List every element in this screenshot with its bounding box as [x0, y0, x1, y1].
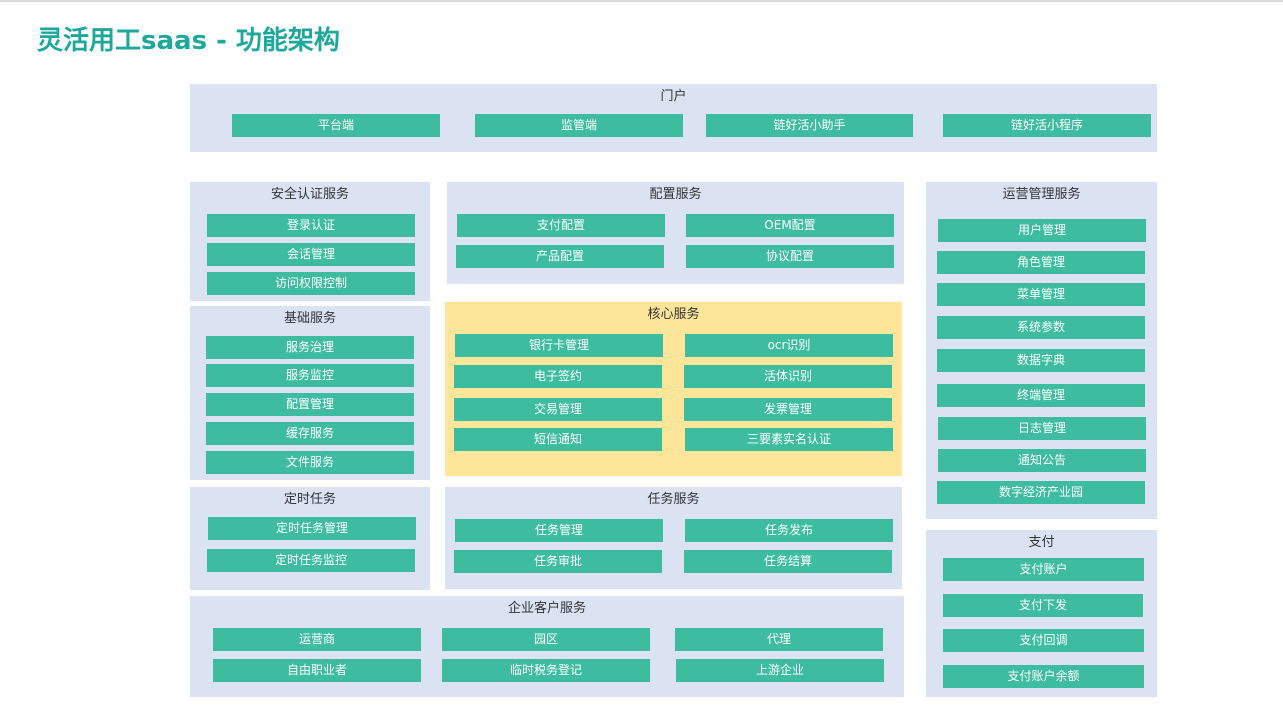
security-module-session[interactable]: 会话管理 — [207, 243, 415, 266]
config-title: 配置服务 — [649, 187, 702, 202]
ops-module-notice[interactable]: 通知公告 — [938, 449, 1146, 472]
timer-title: 定时任务 — [283, 492, 336, 507]
pay-module-callback[interactable]: 支付回调 — [943, 629, 1144, 652]
ops-module-terminal[interactable]: 终端管理 — [937, 384, 1145, 407]
pay-panel: 支付 支付账户 支付下发 支付回调 支付账户余额 — [926, 530, 1157, 697]
enterprise-title: 企业客户服务 — [507, 601, 586, 616]
config-module-oem[interactable]: OEM配置 — [686, 214, 894, 237]
top-border-line — [0, 0, 1283, 2]
enterprise-module-upstream[interactable]: 上游企业 — [676, 659, 884, 682]
config-panel: 配置服务 支付配置 OEM配置 产品配置 协议配置 — [447, 182, 904, 284]
base-panel: 基础服务 服务治理 服务监控 配置管理 缓存服务 文件服务 — [190, 306, 430, 480]
ops-module-menu[interactable]: 菜单管理 — [937, 283, 1145, 306]
portal-module-assistant[interactable]: 链好活小助手 — [706, 114, 913, 137]
ops-panel: 运营管理服务 用户管理 角色管理 菜单管理 系统参数 数据字典 终端管理 日志管… — [926, 182, 1157, 519]
portal-module-miniprogram[interactable]: 链好活小程序 — [943, 114, 1151, 137]
task-module-management[interactable]: 任务管理 — [455, 519, 663, 542]
ops-module-sysparam[interactable]: 系统参数 — [937, 316, 1145, 339]
portal-module-platform[interactable]: 平台端 — [232, 114, 440, 137]
security-panel: 安全认证服务 登录认证 会话管理 访问权限控制 — [190, 182, 430, 301]
base-module-cache[interactable]: 缓存服务 — [206, 422, 414, 445]
core-module-ocr[interactable]: ocr识别 — [685, 334, 893, 357]
timer-module-monitor[interactable]: 定时任务监控 — [207, 549, 415, 572]
enterprise-module-park[interactable]: 园区 — [442, 628, 650, 651]
pay-module-disburse[interactable]: 支付下发 — [943, 594, 1143, 617]
core-module-realname[interactable]: 三要素实名认证 — [685, 428, 893, 451]
core-module-bankcard[interactable]: 银行卡管理 — [455, 334, 663, 357]
page-title: 灵活用工saas - 功能架构 — [37, 26, 340, 56]
ops-module-role[interactable]: 角色管理 — [937, 251, 1145, 274]
ops-module-user[interactable]: 用户管理 — [938, 219, 1146, 242]
core-panel: 核心服务 银行卡管理 ocr识别 电子签约 活体识别 交易管理 发票管理 短信通… — [445, 302, 902, 476]
task-module-settlement[interactable]: 任务结算 — [684, 550, 892, 573]
enterprise-module-freelancer[interactable]: 自由职业者 — [213, 659, 421, 682]
ops-module-digital-park[interactable]: 数字经济产业园 — [937, 481, 1145, 504]
timer-panel: 定时任务 定时任务管理 定时任务监控 — [190, 487, 430, 590]
enterprise-module-agent[interactable]: 代理 — [675, 628, 883, 651]
portal-panel: 门户 平台端 监管端 链好活小助手 链好活小程序 — [190, 84, 1157, 152]
security-module-access[interactable]: 访问权限控制 — [207, 272, 415, 295]
ops-module-log[interactable]: 日志管理 — [938, 417, 1146, 440]
task-panel: 任务服务 任务管理 任务发布 任务审批 任务结算 — [445, 487, 902, 589]
security-module-login[interactable]: 登录认证 — [207, 214, 415, 237]
enterprise-module-tax-registration[interactable]: 临时税务登记 — [442, 659, 650, 682]
core-module-liveness[interactable]: 活体识别 — [684, 365, 892, 388]
config-module-product[interactable]: 产品配置 — [456, 245, 664, 268]
core-module-esign[interactable]: 电子签约 — [454, 365, 662, 388]
base-module-file[interactable]: 文件服务 — [206, 451, 414, 474]
portal-module-regulator[interactable]: 监管端 — [475, 114, 683, 137]
portal-title: 门户 — [660, 89, 687, 104]
core-module-sms[interactable]: 短信通知 — [454, 428, 662, 451]
task-module-approval[interactable]: 任务审批 — [454, 550, 662, 573]
base-module-monitor[interactable]: 服务监控 — [206, 364, 414, 387]
pay-title: 支付 — [1028, 535, 1055, 550]
config-module-payment[interactable]: 支付配置 — [457, 214, 665, 237]
core-title: 核心服务 — [647, 307, 700, 322]
base-module-config-mgmt[interactable]: 配置管理 — [206, 393, 414, 416]
task-module-publish[interactable]: 任务发布 — [685, 519, 893, 542]
core-module-transaction[interactable]: 交易管理 — [454, 398, 662, 421]
pay-module-account[interactable]: 支付账户 — [943, 558, 1144, 581]
base-title: 基础服务 — [283, 311, 336, 326]
config-module-agreement[interactable]: 协议配置 — [686, 245, 894, 268]
timer-module-management[interactable]: 定时任务管理 — [208, 517, 416, 540]
enterprise-module-operator[interactable]: 运营商 — [213, 628, 421, 651]
task-title: 任务服务 — [647, 492, 700, 507]
security-title: 安全认证服务 — [270, 187, 349, 202]
base-module-governance[interactable]: 服务治理 — [206, 336, 414, 359]
pay-module-balance[interactable]: 支付账户余额 — [943, 665, 1144, 688]
ops-title: 运营管理服务 — [1002, 187, 1081, 202]
enterprise-panel: 企业客户服务 运营商 园区 代理 自由职业者 临时税务登记 上游企业 — [190, 596, 904, 697]
core-module-invoice[interactable]: 发票管理 — [684, 398, 892, 421]
ops-module-dictionary[interactable]: 数据字典 — [937, 349, 1145, 372]
